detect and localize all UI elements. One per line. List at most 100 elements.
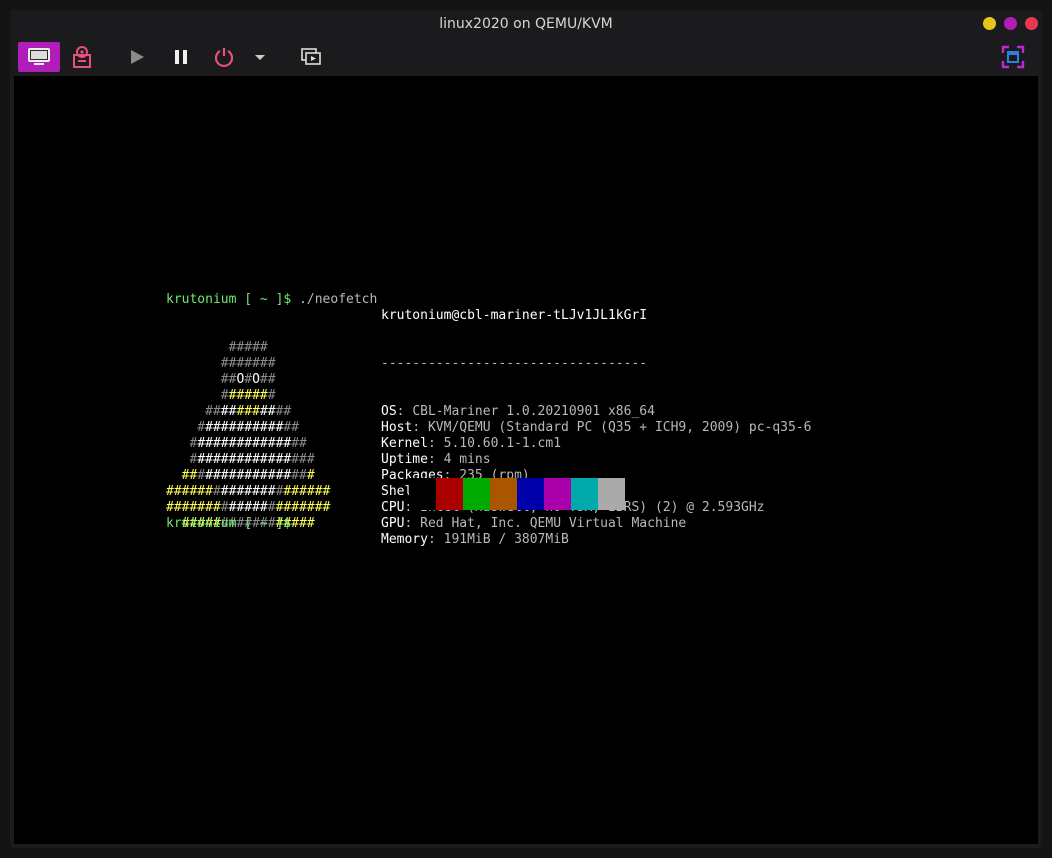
snapshot-icon — [301, 48, 321, 65]
close-button[interactable] — [1025, 17, 1038, 30]
logo-segment: # — [166, 452, 198, 467]
info-value: Red Hat, Inc. QEMU Virtual Machine — [420, 516, 687, 531]
ascii-logo: ##### ####### ##O#O## ####### ##########… — [166, 340, 377, 532]
info-value: 4 mins — [443, 452, 491, 467]
console-view-button[interactable] — [18, 42, 60, 72]
color-swatch — [517, 478, 544, 510]
info-label: CPU — [381, 500, 405, 515]
logo-segment: # — [267, 388, 276, 403]
logo-segment: # — [166, 420, 206, 435]
current-prompt-line: krutonium [ ~ ]$ — [166, 516, 291, 532]
shutdown-button[interactable] — [209, 42, 239, 72]
logo-line: ####### — [166, 356, 377, 372]
logo-segment: ############ — [197, 436, 292, 451]
logo-segment: # — [267, 500, 276, 515]
logo-segment: ## — [259, 372, 276, 387]
logo-line: ########### — [166, 404, 377, 420]
info-colon: : — [404, 516, 421, 531]
shutdown-menu-button[interactable] — [251, 42, 269, 72]
minimize-button[interactable] — [983, 17, 996, 30]
info-value: 191MiB / 3807MiB — [443, 532, 569, 547]
info-colon: : — [427, 452, 444, 467]
logo-segment: ### — [291, 452, 315, 467]
logo-segment: ##### — [166, 340, 268, 355]
pause-icon — [175, 50, 187, 64]
logo-segment: # — [166, 388, 229, 403]
play-icon — [131, 50, 144, 64]
logo-segment: # — [197, 468, 206, 483]
info-label: Memory — [381, 532, 428, 547]
fullscreen-button[interactable] — [998, 42, 1028, 72]
logo-segment: ## — [283, 420, 300, 435]
logo-line: ####### — [166, 388, 377, 404]
info-icon — [73, 46, 91, 68]
info-label: Uptime — [381, 452, 428, 467]
info-row: Host: KVM/QEMU (Standard PC (Q35 + ICH9,… — [381, 420, 811, 436]
logo-segment: ## — [291, 468, 307, 483]
logo-segment: ### — [236, 404, 260, 419]
logo-line: ##################### — [166, 500, 377, 516]
logo-segment: O — [252, 372, 260, 387]
title-bar: linux2020 on QEMU/KVM — [10, 10, 1042, 38]
logo-segment: ###### — [166, 484, 213, 499]
shell-prompt: krutonium [ ~ ]$ — [166, 292, 292, 307]
details-view-button[interactable] — [65, 42, 99, 72]
monitor-icon — [28, 48, 50, 65]
logo-segment: ###### — [283, 484, 331, 499]
color-swatch — [436, 478, 463, 510]
logo-segment: ## — [166, 404, 221, 419]
logo-segment: # — [306, 468, 315, 483]
window-title: linux2020 on QEMU/KVM — [439, 16, 613, 32]
info-value: 5.10.60.1-1.cm1 — [443, 436, 562, 451]
logo-segment: ## — [166, 468, 198, 483]
logo-line: ################# — [166, 468, 377, 484]
pause-button[interactable] — [166, 42, 196, 72]
info-separator: ---------------------------------- — [381, 356, 648, 371]
logo-segment: ########### — [205, 468, 292, 483]
shell-prompt: krutonium [ ~ ]$ — [166, 516, 292, 531]
color-swatch — [544, 478, 571, 510]
logo-segment: ## — [275, 404, 292, 419]
logo-line: ##################### — [166, 484, 377, 500]
color-palette — [409, 478, 625, 510]
power-icon — [214, 48, 234, 68]
logo-segment: # — [166, 436, 198, 451]
logo-segment: ## — [259, 404, 276, 419]
info-colon: : — [427, 436, 444, 451]
vm-console-screen[interactable]: krutonium [ ~ ]$ ./neofetch ##### ######… — [14, 76, 1038, 844]
logo-segment: # — [244, 372, 253, 387]
logo-line: ##O#O## — [166, 372, 377, 388]
logo-line: ############### — [166, 436, 377, 452]
chevron-down-icon — [255, 55, 265, 60]
info-row: OS: CBL-Mariner 1.0.20210901 x86_64 — [381, 404, 811, 420]
info-colon: : — [396, 404, 413, 419]
logo-segment: ############ — [197, 452, 292, 467]
info-label: Host — [381, 420, 413, 435]
run-button[interactable] — [122, 42, 152, 72]
logo-segment: ##### — [228, 500, 268, 515]
info-row: Kernel: 5.10.60.1-1.cm1 — [381, 436, 811, 452]
logo-line: ################ — [166, 452, 377, 468]
logo-segment: ## — [220, 404, 237, 419]
color-swatch — [490, 478, 517, 510]
command-line: krutonium [ ~ ]$ ./neofetch — [166, 292, 377, 308]
info-value: KVM/QEMU (Standard PC (Q35 + ICH9, 2009)… — [427, 420, 812, 435]
snapshots-button[interactable] — [296, 42, 326, 72]
logo-segment: # — [220, 500, 229, 515]
info-row: Uptime: 4 mins — [381, 452, 811, 468]
info-row: Memory: 191MiB / 3807MiB — [381, 532, 811, 548]
maximize-button[interactable] — [1004, 17, 1017, 30]
logo-segment: ####### — [166, 356, 276, 371]
user-host: krutonium@cbl-mariner-tLJv1JL1kGrI — [381, 308, 648, 323]
fullscreen-icon — [1001, 45, 1025, 69]
info-colon: : — [412, 420, 428, 435]
toolbar — [10, 38, 1042, 76]
logo-line: ############# — [166, 420, 377, 436]
info-value: CBL-Mariner 1.0.20210901 x86_64 — [412, 404, 655, 419]
info-colon: : — [427, 532, 444, 547]
command-text: ./neofetch — [291, 292, 378, 307]
logo-segment: ## — [291, 436, 307, 451]
logo-segment: # — [212, 484, 221, 499]
system-info: krutonium@cbl-mariner-tLJv1JL1kGrI -----… — [381, 276, 811, 580]
vm-window: linux2020 on QEMU/KVM krutonium [~]$ .… — [10, 10, 1042, 848]
